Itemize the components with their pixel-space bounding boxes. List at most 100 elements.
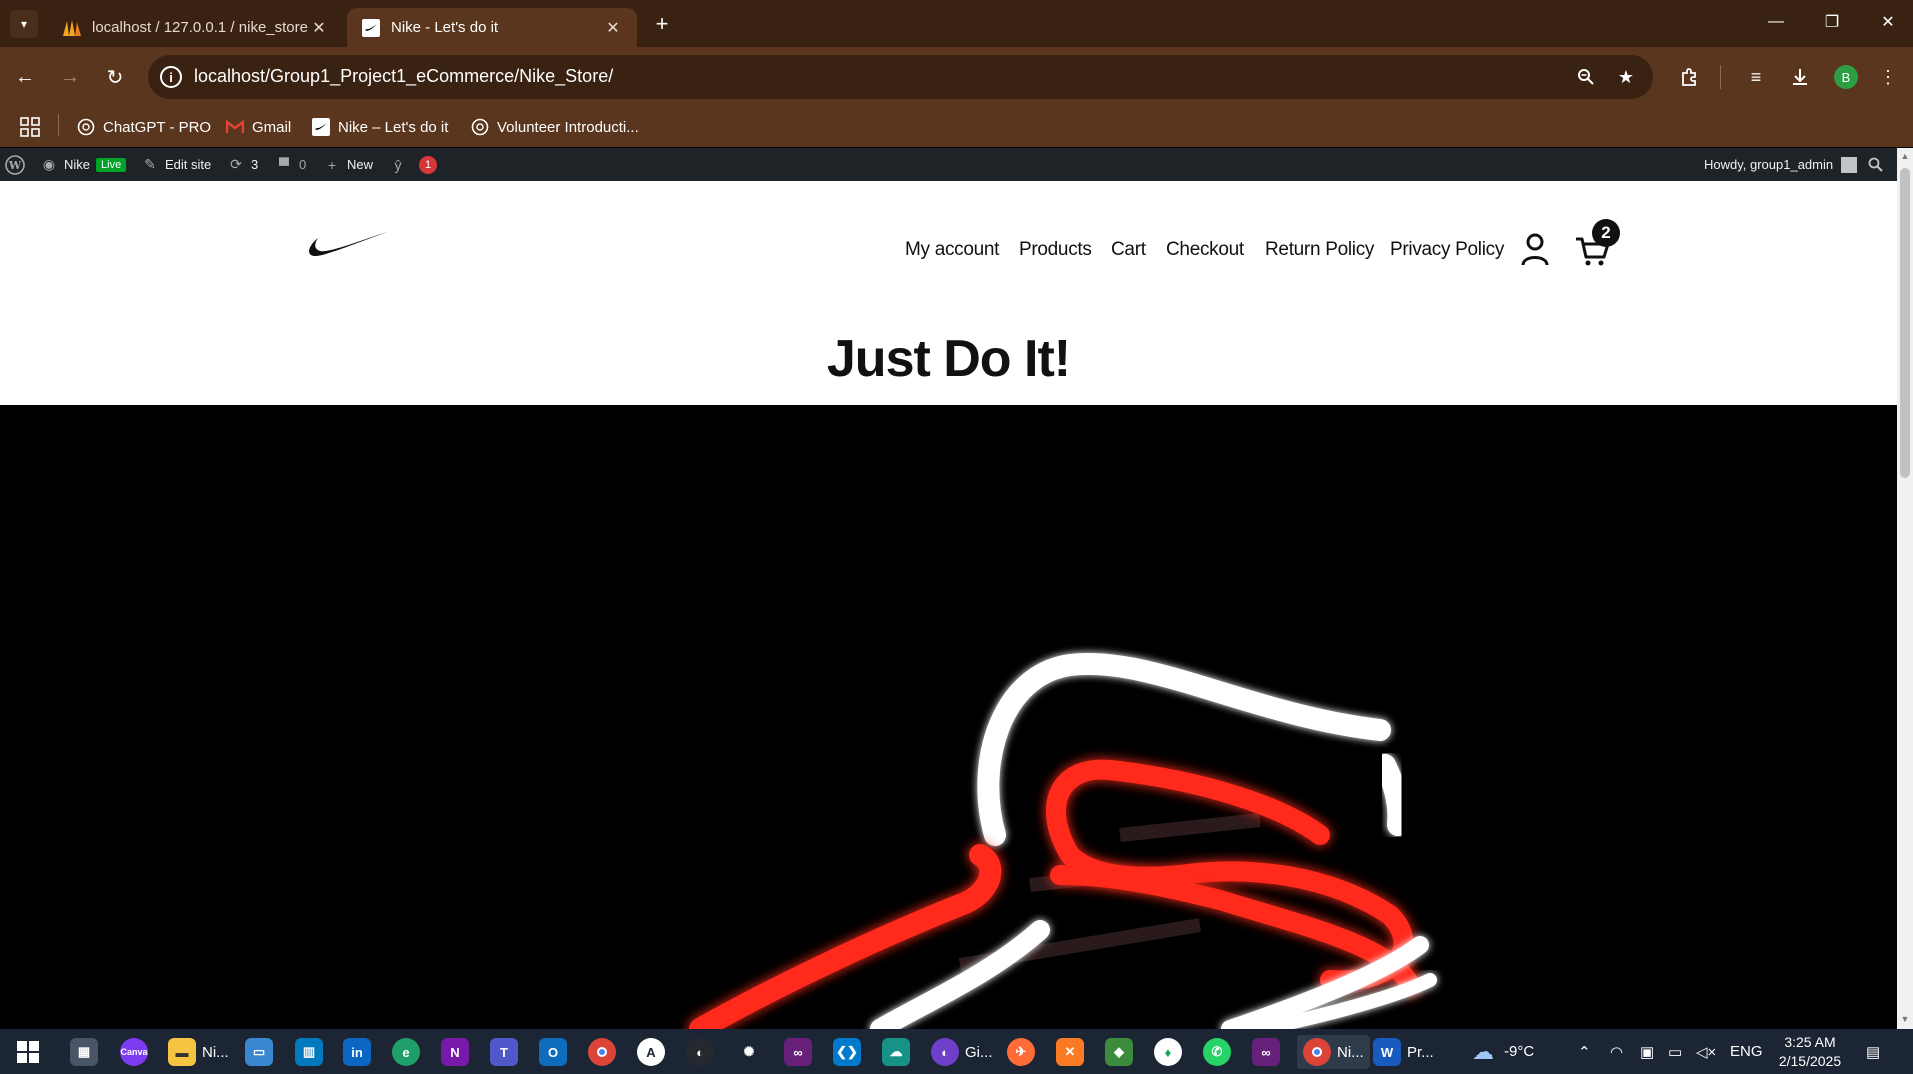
url-text[interactable]: localhost/Group1_Project1_eCommerce/Nike… [194, 66, 613, 87]
forward-icon[interactable]: → [54, 61, 86, 93]
close-tab-icon[interactable]: ✕ [603, 18, 623, 38]
clock-date: 2/15/2025 [1778, 1053, 1842, 1069]
start-button[interactable] [14, 1035, 42, 1069]
wp-edit-site[interactable]: ✎ Edit site [141, 148, 211, 181]
chrome-icon [1303, 1038, 1331, 1066]
bookmark-gmail[interactable]: Gmail [226, 115, 291, 139]
new-tab-button[interactable]: + [648, 10, 676, 38]
taskbar-file-explorer[interactable]: ▬ Ni... [168, 1035, 229, 1069]
tab-search-button[interactable]: ▾ [10, 10, 38, 38]
wp-account-menu[interactable]: Howdy, group1_admin [1704, 148, 1858, 181]
close-window-icon[interactable]: ✕ [1868, 8, 1908, 36]
pencil-icon: ✎ [144, 156, 156, 172]
taskbar-visual-studio-2[interactable]: ∞ [1252, 1035, 1280, 1069]
restore-icon[interactable]: ❐ [1812, 8, 1852, 36]
comments-count: 0 [299, 157, 307, 172]
tab-phpmyadmin[interactable]: localhost / 127.0.0.1 / nike_store ✕ [48, 8, 343, 47]
display-icon[interactable]: ▭ [1668, 1029, 1682, 1074]
taskbar-mongodb[interactable]: ♦ [1154, 1035, 1182, 1069]
wp-search-icon[interactable] [1868, 148, 1883, 181]
taskbar-postman[interactable]: ✈ [1007, 1035, 1035, 1069]
nav-my-account[interactable]: My account [905, 239, 999, 261]
taskbar-gitkraken[interactable]: ☁ [882, 1035, 910, 1069]
howdy-text: Howdy, group1_admin [1704, 157, 1834, 172]
windows-taskbar: ▦ Canva ▬ Ni... ▭ ▥ in e N T O A ◐ ✺ ∞ ❮❯… [0, 1029, 1913, 1074]
taskbar-app-store[interactable]: A [637, 1035, 665, 1069]
taskbar-visual-studio[interactable]: ∞ [784, 1035, 812, 1069]
taskbar-vscode[interactable]: ❮❯ [833, 1035, 861, 1069]
speaker-muted-icon[interactable]: ◁× [1696, 1029, 1716, 1074]
taskbar-chatgpt[interactable]: ✺ [735, 1035, 763, 1069]
bookmark-star-icon[interactable]: ★ [1614, 65, 1638, 89]
taskbar-chrome[interactable] [588, 1035, 616, 1069]
profile-avatar[interactable]: B [1834, 65, 1858, 89]
scrollbar-thumb[interactable] [1900, 168, 1910, 478]
nav-privacy-policy[interactable]: Privacy Policy [1390, 239, 1504, 261]
site-name: Nike [64, 157, 91, 172]
scroll-down-icon[interactable]: ▼ [1900, 1014, 1910, 1024]
wp-new-content[interactable]: + New [323, 148, 373, 181]
page-scrollbar[interactable]: ▲ ▼ [1897, 148, 1913, 1029]
address-bar[interactable]: i localhost/Group1_Project1_eCommerce/Ni… [148, 55, 1653, 99]
taskbar-edge[interactable]: e [392, 1035, 420, 1069]
nike-logo[interactable] [306, 229, 390, 266]
taskbar-word[interactable]: W Pr... [1373, 1035, 1434, 1069]
zoom-icon[interactable] [1574, 65, 1598, 89]
wordpress-logo-icon[interactable]: W [5, 148, 25, 181]
language-indicator[interactable]: ENG [1730, 1029, 1763, 1074]
chatgpt-icon [77, 118, 95, 136]
taskbar-laptop[interactable]: ▭ [245, 1035, 273, 1069]
wp-updates[interactable]: ⟳ 3 [227, 148, 258, 181]
clock[interactable]: 3:25 AM 2/15/2025 [1770, 1033, 1850, 1071]
minimize-icon[interactable]: — [1756, 8, 1796, 36]
taskbar-outlook[interactable]: O [539, 1035, 567, 1069]
camera-icon[interactable]: ▣ [1640, 1029, 1654, 1074]
wifi-icon[interactable]: ◠ [1610, 1029, 1623, 1074]
download-icon[interactable] [1784, 61, 1816, 93]
bookmark-label: ChatGPT - PRO [103, 118, 212, 136]
taskbar-github[interactable]: ◐ [686, 1035, 714, 1069]
new-label: New [347, 157, 374, 172]
media-control-icon[interactable]: ≡ [1740, 61, 1772, 93]
visual-studio-icon: ∞ [784, 1038, 812, 1066]
browser-menu-icon[interactable]: ⋮ [1872, 61, 1904, 93]
nav-products[interactable]: Products [1019, 239, 1092, 261]
bookmark-nike[interactable]: Nike – Let's do it [312, 115, 448, 139]
taskbar-chrome-active[interactable]: Ni... [1297, 1035, 1370, 1069]
scroll-up-icon[interactable]: ▲ [1900, 151, 1910, 161]
taskbar-whatsapp[interactable]: ✆ [1203, 1035, 1231, 1069]
nav-cart[interactable]: Cart [1111, 239, 1146, 261]
taskbar-git-tools[interactable]: ◆ [1105, 1035, 1133, 1069]
extensions-icon[interactable] [1673, 61, 1705, 93]
nav-checkout[interactable]: Checkout [1166, 239, 1244, 261]
taskbar-onenote[interactable]: N [441, 1035, 469, 1069]
nav-return-policy[interactable]: Return Policy [1265, 239, 1374, 261]
nike-favicon-icon [361, 18, 381, 38]
postman-icon: ✈ [1007, 1038, 1035, 1066]
wp-site-menu[interactable]: ◉ Nike Live [40, 148, 127, 181]
wp-admin-bar: W ◉ Nike Live ✎ Edit site ⟳ 3 ▀ 0 + New … [0, 148, 1897, 181]
user-account-icon[interactable] [1518, 231, 1552, 267]
site-info-icon[interactable]: i [160, 66, 182, 88]
taskbar-trello[interactable]: ▥ [295, 1035, 323, 1069]
taskbar-calculator[interactable]: ▦ [70, 1035, 98, 1069]
bookmark-chatgpt[interactable]: ChatGPT - PRO [77, 115, 211, 139]
weather-widget[interactable]: ☁ -9°C [1472, 1029, 1534, 1074]
taskbar-label: Ni... [1337, 1043, 1364, 1061]
tray-chevron-icon[interactable]: ⌃ [1578, 1029, 1591, 1074]
taskbar-canva[interactable]: Canva [120, 1035, 148, 1069]
close-tab-icon[interactable]: ✕ [309, 18, 329, 38]
taskbar-github-desktop[interactable]: ◐ Gi... [931, 1035, 993, 1069]
back-icon[interactable]: ← [9, 61, 41, 93]
reload-icon[interactable]: ↻ [99, 61, 131, 93]
notifications-icon[interactable]: ▤ [1866, 1029, 1880, 1074]
apps-grid-icon[interactable] [20, 115, 40, 139]
taskbar-xampp[interactable]: ✕ [1056, 1035, 1084, 1069]
taskbar-teams[interactable]: T [490, 1035, 518, 1069]
taskbar-linkedin[interactable]: in [343, 1035, 371, 1069]
wp-yoast[interactable]: ŷ 1 [389, 148, 437, 181]
tab-nike-store[interactable]: Nike - Let's do it ✕ [347, 8, 637, 47]
bookmark-volunteer[interactable]: Volunteer Introducti... [471, 115, 639, 139]
comment-icon: ▀ [279, 156, 289, 173]
wp-comments[interactable]: ▀ 0 [275, 148, 306, 181]
